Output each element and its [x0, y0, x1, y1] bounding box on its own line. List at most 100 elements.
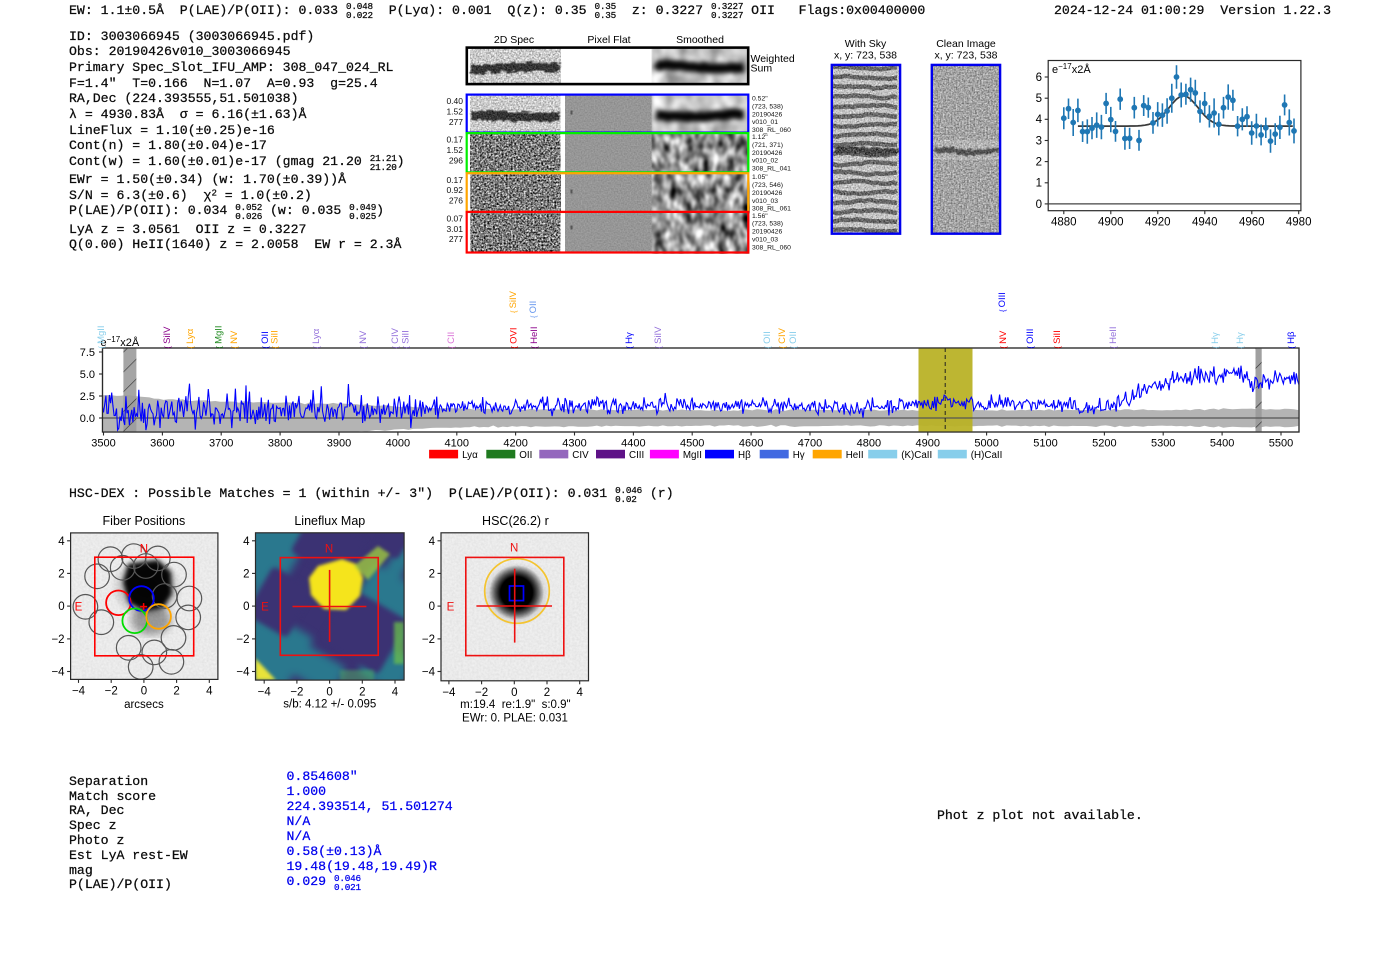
- svg-text:EWr: 0. PLAE: 0.031: EWr: 0. PLAE: 0.031: [462, 713, 568, 725]
- svg-text:3500: 3500: [91, 438, 115, 450]
- svg-text:(723, 538): (723, 538): [752, 103, 783, 110]
- svg-text:4600: 4600: [739, 438, 763, 450]
- svg-text:{ OII: { OII: [762, 331, 773, 348]
- svg-text:0.52": 0.52": [752, 96, 768, 103]
- svg-text:5100: 5100: [1033, 438, 1057, 450]
- svg-text:Hβ: Hβ: [738, 450, 751, 461]
- svg-text:v010_03: v010_03: [752, 237, 778, 244]
- svg-text:0: 0: [511, 687, 517, 699]
- svg-text:{ Hγ: { Hγ: [624, 332, 635, 348]
- svg-text:s/b: 4.12 +/- 0.095: s/b: 4.12 +/- 0.095: [283, 699, 376, 711]
- svg-text:x, y: 723, 538: x, y: 723, 538: [934, 50, 997, 62]
- svg-text:4: 4: [206, 686, 213, 698]
- svg-text:5.0: 5.0: [80, 369, 95, 381]
- svg-text:E: E: [261, 601, 269, 613]
- svg-text:−2: −2: [236, 634, 249, 646]
- svg-text:4: 4: [392, 686, 399, 698]
- svg-text:0: 0: [326, 686, 332, 698]
- svg-text:7.5: 7.5: [80, 347, 95, 359]
- svg-text:5: 5: [1036, 93, 1042, 105]
- svg-text:4920: 4920: [1145, 217, 1171, 229]
- svg-text:{ HeII: { HeII: [1108, 326, 1119, 348]
- svg-text:−2: −2: [422, 634, 435, 646]
- svg-text:4500: 4500: [680, 438, 704, 450]
- svg-text:4400: 4400: [621, 438, 645, 450]
- svg-text:0: 0: [1036, 199, 1042, 211]
- svg-text:4200: 4200: [503, 438, 527, 450]
- svg-text:Smoothed: Smoothed: [676, 34, 724, 46]
- svg-text:5500: 5500: [1269, 438, 1293, 450]
- svg-text:2: 2: [1036, 157, 1042, 169]
- svg-text:4980: 4980: [1286, 217, 1312, 229]
- svg-text:{ NV: { NV: [998, 330, 1009, 348]
- svg-text:CIII: CIII: [629, 450, 644, 461]
- svg-text:5400: 5400: [1210, 438, 1234, 450]
- svg-text:5300: 5300: [1151, 438, 1175, 450]
- svg-text:2: 2: [243, 568, 249, 580]
- svg-text:4900: 4900: [916, 438, 940, 450]
- svg-text:4900: 4900: [1098, 217, 1124, 229]
- svg-text:v010_01: v010_01: [752, 119, 778, 126]
- svg-text:0.92: 0.92: [446, 185, 463, 195]
- svg-text:m:19.4 re:1.9" s:0.9": m:19.4 re:1.9" s:0.9": [460, 699, 570, 711]
- svg-text:{ NV: { NV: [229, 330, 240, 348]
- svg-text:{ OVI: { OVI: [509, 328, 520, 349]
- svg-text:{ SiII: { SiII: [270, 330, 281, 348]
- svg-text:0: 0: [58, 601, 64, 613]
- svg-text:20190426: 20190426: [752, 111, 782, 118]
- svg-text:1.52: 1.52: [446, 145, 463, 155]
- svg-text:4: 4: [1036, 114, 1043, 126]
- svg-text:{ OIII: { OIII: [997, 292, 1008, 312]
- svg-text:4300: 4300: [562, 438, 586, 450]
- svg-text:0.07: 0.07: [446, 214, 463, 224]
- svg-text:−4: −4: [236, 667, 250, 679]
- svg-text:5000: 5000: [974, 438, 998, 450]
- svg-text:6: 6: [1036, 72, 1042, 84]
- svg-text:4: 4: [429, 536, 436, 548]
- svg-text:Sum: Sum: [751, 63, 773, 75]
- svg-text:20190426: 20190426: [752, 229, 782, 236]
- svg-text:HeII: HeII: [846, 450, 864, 461]
- svg-text:4960: 4960: [1239, 217, 1265, 229]
- svg-text:4: 4: [58, 536, 65, 548]
- svg-text:−4: −4: [422, 667, 436, 679]
- svg-text:(H)CaII: (H)CaII: [971, 450, 1003, 461]
- svg-text:{ CII: { CII: [446, 332, 457, 349]
- svg-text:1.56": 1.56": [752, 213, 768, 220]
- svg-text:0.17: 0.17: [446, 135, 463, 145]
- svg-text:296: 296: [449, 155, 463, 165]
- svg-text:0: 0: [429, 601, 435, 613]
- svg-text:4000: 4000: [386, 438, 410, 450]
- svg-text:{ SiIV: { SiIV: [508, 290, 519, 313]
- svg-text:arcsecs: arcsecs: [124, 699, 164, 711]
- svg-text:−4: −4: [258, 686, 272, 698]
- svg-text:v010_03: v010_03: [752, 198, 778, 205]
- svg-text:{ Lyα: { Lyα: [311, 328, 322, 348]
- svg-text:3700: 3700: [209, 438, 233, 450]
- svg-text:277: 277: [449, 234, 463, 244]
- svg-text:20190426: 20190426: [752, 150, 782, 157]
- svg-text:Lyα: Lyα: [462, 450, 478, 461]
- svg-text:(723, 538): (723, 538): [752, 221, 783, 228]
- svg-text:Clean Image: Clean Image: [936, 38, 996, 50]
- svg-text:Hγ: Hγ: [793, 450, 805, 461]
- svg-text:E: E: [447, 601, 455, 613]
- svg-text:{ SiIV: { SiIV: [162, 326, 173, 349]
- svg-text:{ OIII: { OIII: [1025, 329, 1036, 349]
- svg-text:3.01: 3.01: [446, 224, 463, 234]
- svg-text:{ SiII: { SiII: [401, 330, 412, 348]
- svg-text:1: 1: [1036, 178, 1042, 190]
- svg-text:−2: −2: [105, 686, 118, 698]
- svg-text:N: N: [325, 544, 333, 556]
- svg-text:HSC(26.2) r: HSC(26.2) r: [482, 514, 549, 528]
- svg-text:N: N: [140, 544, 148, 556]
- svg-text:0: 0: [243, 601, 249, 613]
- svg-text:276: 276: [449, 195, 463, 205]
- svg-text:2: 2: [429, 568, 435, 580]
- svg-text:5200: 5200: [1092, 438, 1116, 450]
- svg-text:3: 3: [1036, 135, 1042, 147]
- svg-text:2: 2: [58, 568, 64, 580]
- svg-text:277: 277: [449, 117, 463, 127]
- svg-text:{ Hγ: { Hγ: [1235, 332, 1246, 348]
- svg-text:Pixel Flat: Pixel Flat: [587, 34, 630, 46]
